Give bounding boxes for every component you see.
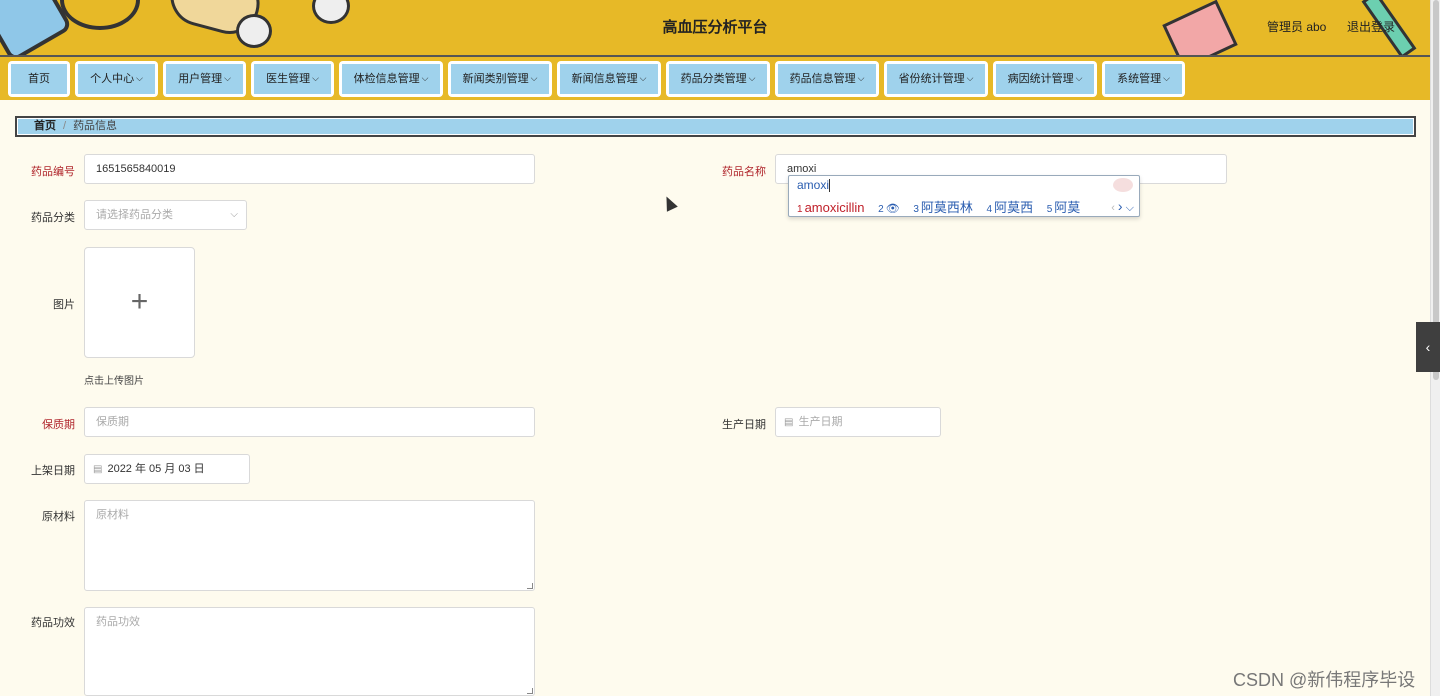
current-user: 管理员 abo xyxy=(1267,20,1327,34)
ingredients-textarea[interactable]: 原材料 xyxy=(84,500,535,591)
ime-candidate[interactable]: 4 阿莫西 xyxy=(987,200,1034,215)
nav-item-personal-center[interactable]: 个人中心 ⌵ xyxy=(75,61,158,97)
ime-composition: amoxi xyxy=(797,178,831,193)
listing-date-value: 2022 年 05 月 03 日 xyxy=(107,463,205,475)
efficacy-placeholder: 药品功效 xyxy=(96,616,140,628)
chevron-down-icon: ⌵ xyxy=(421,73,429,83)
ingredients-placeholder: 原材料 xyxy=(96,509,129,521)
nav-item-cause-stats-management[interactable]: 病因统计管理 ⌵ xyxy=(993,61,1097,97)
nav-item-system-management[interactable]: 系统管理 ⌵ xyxy=(1102,61,1185,97)
side-panel-toggle[interactable]: ‹ xyxy=(1416,322,1440,372)
site-title: 高血压分析平台 xyxy=(662,19,768,36)
ime-candidate[interactable]: 2 👁 xyxy=(878,200,900,215)
breadcrumb-current: 药品信息 xyxy=(73,120,118,132)
chevron-down-icon: ⌵ xyxy=(1075,73,1083,83)
image-upload-hint: 点击上传图片 xyxy=(84,376,144,387)
nav-item-news-category-management[interactable]: 新闻类别管理 ⌵ xyxy=(448,61,552,97)
calendar-icon: ▤ xyxy=(93,464,103,475)
drug-category-select[interactable]: 请选择药品分类 ⌵ xyxy=(84,200,247,230)
efficacy-textarea[interactable]: 药品功效 xyxy=(84,607,535,696)
chevron-down-icon[interactable]: ⌵ xyxy=(1126,202,1134,214)
breadcrumb-home[interactable]: 首页 xyxy=(34,120,56,132)
chevron-left-icon: ‹ xyxy=(1425,339,1431,355)
chevron-down-icon: ⌵ xyxy=(639,73,647,83)
shelf-life-input[interactable]: 保质期 xyxy=(84,407,535,437)
chevron-right-icon[interactable]: › xyxy=(1118,198,1123,214)
production-date-placeholder: 生产日期 xyxy=(798,416,843,428)
production-date-picker[interactable]: ▤ 生产日期 xyxy=(775,407,941,437)
resize-handle[interactable] xyxy=(527,688,533,694)
app-header: 高血压分析平台 管理员 abo 退出登录 xyxy=(0,0,1430,55)
drug-name-label: 药品名称 xyxy=(722,166,766,178)
shelf-life-placeholder: 保质期 xyxy=(96,416,129,428)
chevron-down-icon: ⌵ xyxy=(857,73,865,83)
ime-candidate[interactable]: 3 阿莫西林 xyxy=(913,200,973,215)
listing-date-picker[interactable]: ▤ 2022 年 05 月 03 日 xyxy=(84,454,250,484)
ingredients-label: 原材料 xyxy=(42,511,75,523)
drug-code-value: 1651565840019 xyxy=(96,163,176,175)
watermark: CSDN @新伟程序毕设 xyxy=(1233,670,1416,690)
nav-item-drug-category-management[interactable]: 药品分类管理 ⌵ xyxy=(666,61,770,97)
nav-item-home[interactable]: 首页 xyxy=(8,61,70,97)
chevron-down-icon: ⌵ xyxy=(966,73,974,83)
breadcrumb: 首页 / 药品信息 xyxy=(15,116,1416,137)
chevron-down-icon: ⌵ xyxy=(1163,73,1170,83)
efficacy-label: 药品功效 xyxy=(31,617,75,629)
nav-item-user-management[interactable]: 用户管理 ⌵ xyxy=(163,61,246,97)
mouse-cursor-icon xyxy=(661,193,678,212)
eye-icon: 👁 xyxy=(885,203,900,215)
ime-candidates: 1 amoxicillin 2 👁 3 阿莫西林 4 阿莫西 5 阿莫 xyxy=(797,197,1090,216)
drug-category-placeholder: 请选择药品分类 xyxy=(96,209,173,221)
breadcrumb-separator: / xyxy=(63,120,67,132)
production-date-label: 生产日期 xyxy=(722,419,766,431)
listing-date-label: 上架日期 xyxy=(31,465,75,477)
image-label: 图片 xyxy=(53,299,75,311)
chevron-down-icon: ⌵ xyxy=(224,73,231,83)
nav-item-exam-management[interactable]: 体检信息管理 ⌵ xyxy=(339,61,443,97)
chevron-left-icon[interactable]: ‹ xyxy=(1111,202,1115,214)
main-nav: 首页 个人中心 ⌵ 用户管理 ⌵ 医生管理 ⌵ 体检信息管理 ⌵ 新闻类别管理 ⌵ 新闻信… xyxy=(0,55,1430,100)
ime-candidate-popup: amoxi 1 amoxicillin 2 👁 3 阿莫西林 4 阿莫西 5 阿莫 ‹ ›… xyxy=(788,175,1140,217)
chevron-down-icon: ⌵ xyxy=(748,73,756,83)
plus-icon: + xyxy=(130,285,149,318)
resize-handle[interactable] xyxy=(527,583,533,589)
chevron-down-icon: ⌵ xyxy=(312,73,319,83)
drug-code-label: 药品编号 xyxy=(31,166,75,178)
ime-candidate[interactable]: 5 阿莫 xyxy=(1047,200,1081,215)
text-caret xyxy=(829,179,831,193)
logout-link[interactable]: 退出登录 xyxy=(1347,18,1395,35)
ime-candidate[interactable]: 1 amoxicillin xyxy=(797,200,865,215)
ime-logo-icon xyxy=(1113,178,1133,192)
nav-item-doctor-management[interactable]: 医生管理 ⌵ xyxy=(251,61,334,97)
ime-page-controls: ‹ › ⌵ xyxy=(1111,198,1134,215)
image-upload-button[interactable]: + xyxy=(84,247,195,358)
drug-name-value: amoxi xyxy=(787,163,817,175)
drug-category-label: 药品分类 xyxy=(31,212,75,224)
chevron-down-icon: ⌵ xyxy=(136,73,143,83)
calendar-icon: ▤ xyxy=(784,417,794,428)
nav-item-drug-info-management[interactable]: 药品信息管理 ⌵ xyxy=(775,61,879,97)
drug-code-input[interactable]: 1651565840019 xyxy=(84,154,535,184)
chevron-down-icon: ⌵ xyxy=(230,209,238,220)
nav-item-news-info-management[interactable]: 新闻信息管理 ⌵ xyxy=(557,61,661,97)
shelf-life-label: 保质期 xyxy=(42,419,75,431)
nav-item-province-stats-management[interactable]: 省份统计管理 ⌵ xyxy=(884,61,988,97)
chevron-down-icon: ⌵ xyxy=(530,73,538,83)
